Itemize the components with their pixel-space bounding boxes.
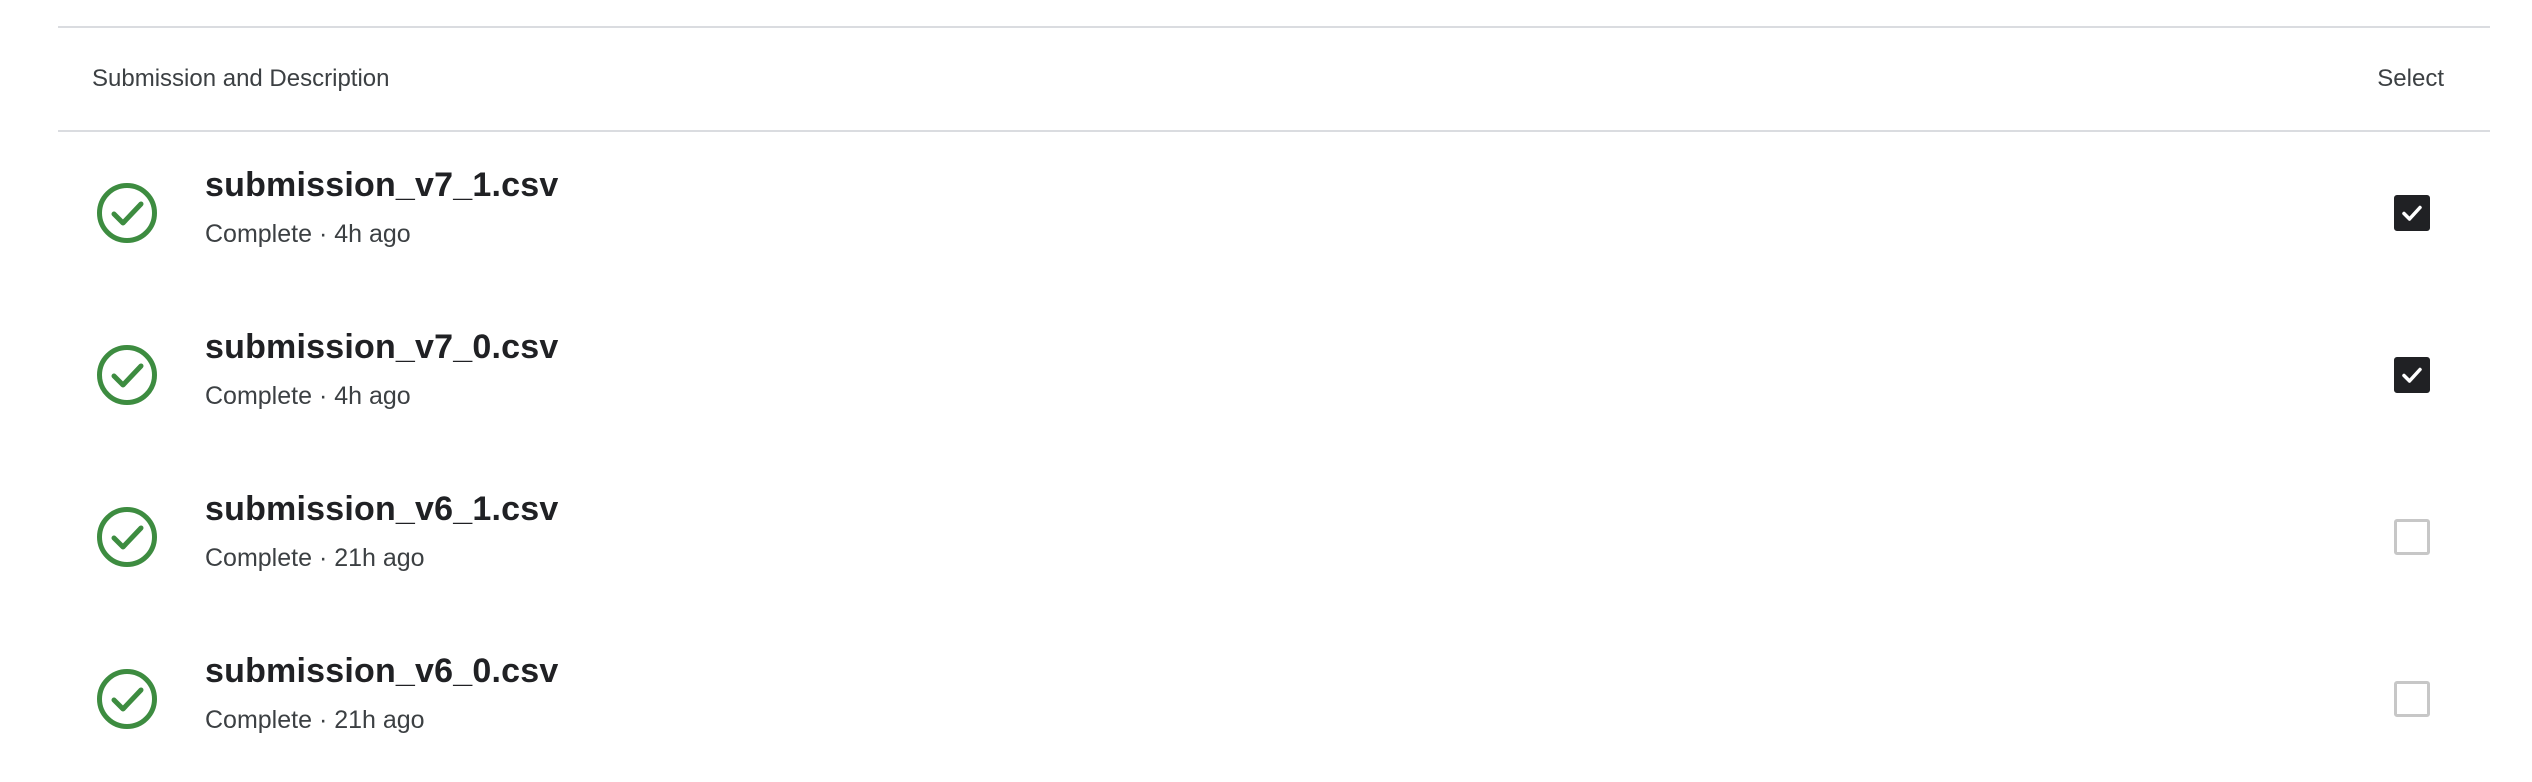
- checkmark-icon: [2402, 367, 2422, 383]
- select-checkbox[interactable]: [2394, 357, 2430, 393]
- select-checkbox[interactable]: [2394, 195, 2430, 231]
- select-checkbox[interactable]: [2394, 681, 2430, 717]
- submissions-table: Submission and Description Select submis…: [58, 26, 2490, 780]
- select-checkbox[interactable]: [2394, 519, 2430, 555]
- submission-filename[interactable]: submission_v6_0.csv: [205, 654, 558, 688]
- submission-info: submission_v6_0.csv Complete · 21h ago: [205, 654, 558, 733]
- submission-filename[interactable]: submission_v7_1.csv: [205, 168, 558, 202]
- check-circle-icon: [96, 506, 158, 568]
- check-circle-icon: [96, 668, 158, 730]
- table-header: Submission and Description Select: [58, 26, 2490, 132]
- submission-filename[interactable]: submission_v6_1.csv: [205, 492, 558, 526]
- table-row: submission_v7_0.csv Complete · 4h ago: [58, 294, 2490, 456]
- submission-info: submission_v6_1.csv Complete · 21h ago: [205, 492, 558, 571]
- submission-status: Complete · 21h ago: [205, 706, 425, 734]
- column-header-select: Select: [2377, 65, 2444, 92]
- submission-list: submission_v7_1.csv Complete · 4h ago su…: [58, 132, 2490, 780]
- check-circle-icon: [96, 182, 158, 244]
- submission-info: submission_v7_1.csv Complete · 4h ago: [205, 168, 558, 247]
- table-row: submission_v7_1.csv Complete · 4h ago: [58, 132, 2490, 294]
- column-header-submission: Submission and Description: [92, 65, 390, 92]
- checkmark-icon: [2402, 205, 2422, 221]
- submission-filename[interactable]: submission_v7_0.csv: [205, 330, 558, 364]
- submission-info: submission_v7_0.csv Complete · 4h ago: [205, 330, 558, 409]
- table-row: submission_v6_1.csv Complete · 21h ago: [58, 456, 2490, 618]
- table-row: submission_v6_0.csv Complete · 21h ago: [58, 618, 2490, 780]
- submission-status: Complete · 21h ago: [205, 544, 425, 572]
- check-circle-icon: [96, 344, 158, 406]
- submission-status: Complete · 4h ago: [205, 382, 411, 410]
- submission-status: Complete · 4h ago: [205, 220, 411, 248]
